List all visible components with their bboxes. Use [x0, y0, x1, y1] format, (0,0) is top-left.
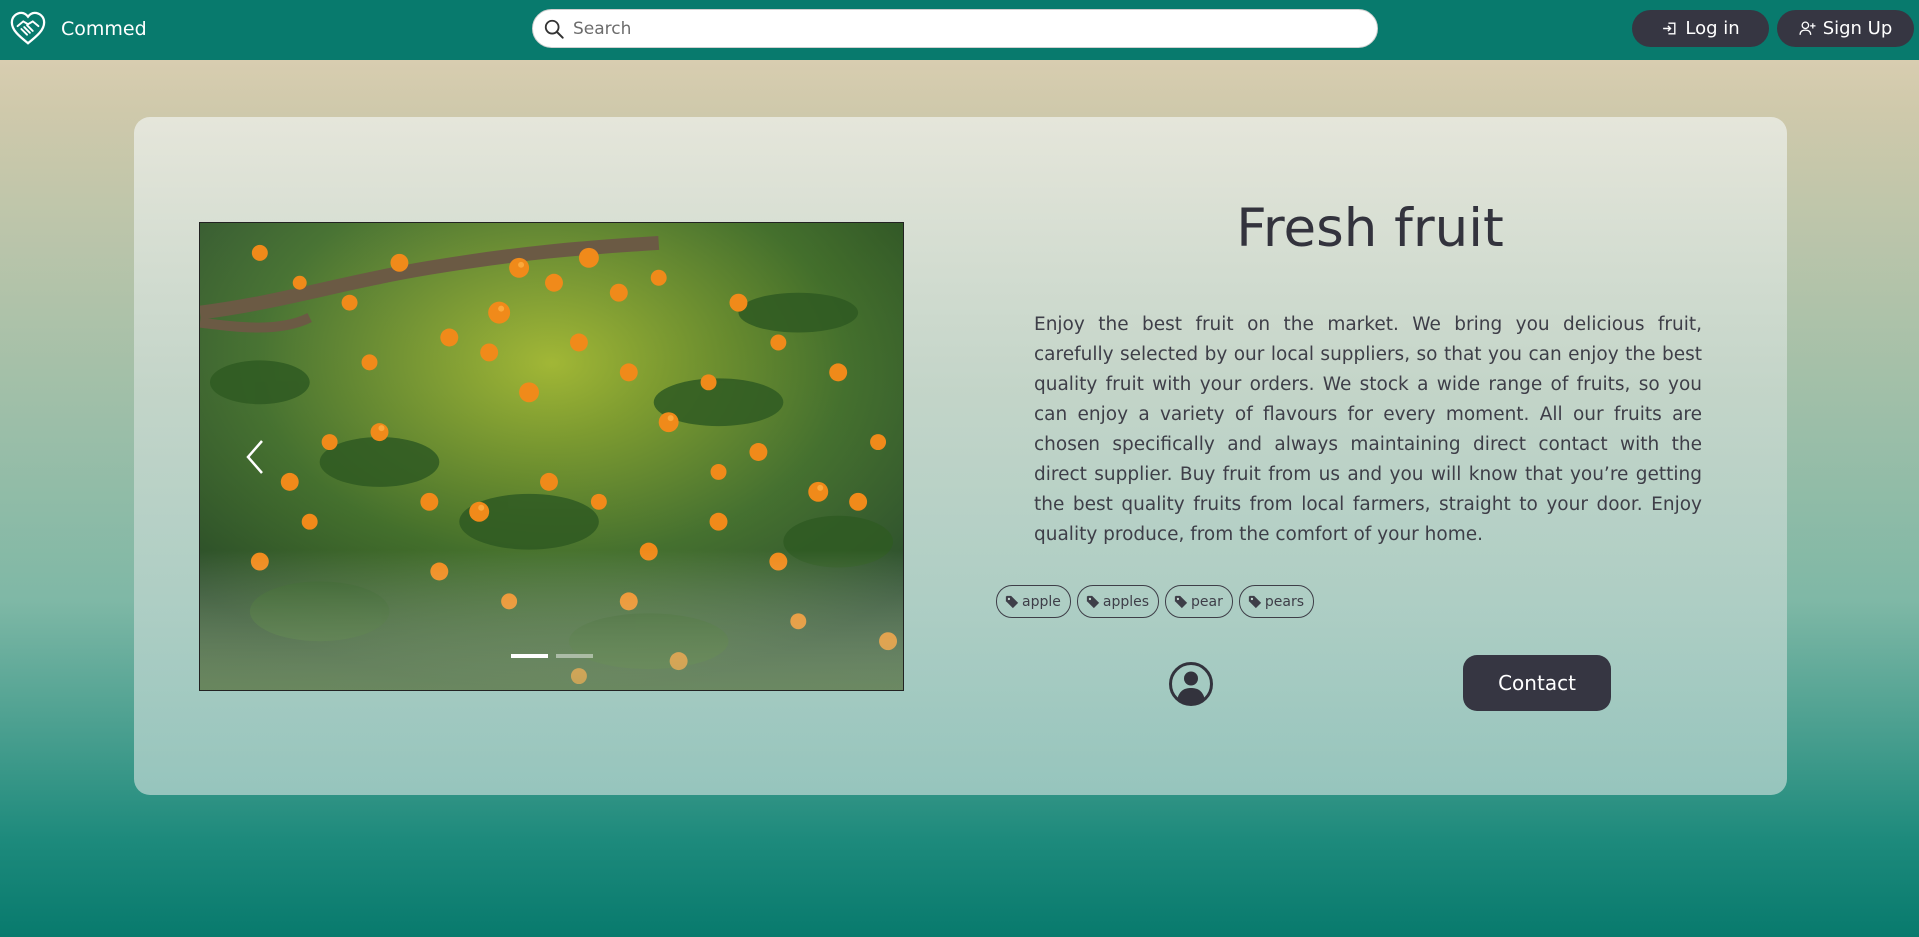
fruit-tree-photo — [200, 223, 903, 690]
contact-button[interactable]: Contact — [1463, 655, 1611, 711]
tag-label: apples — [1102, 593, 1150, 610]
search-input[interactable] — [573, 18, 1377, 39]
product-title: Fresh fruit — [1236, 198, 1504, 259]
tag-apple[interactable]: apple — [996, 585, 1071, 618]
carousel-indicators — [511, 654, 593, 658]
search-icon — [544, 19, 564, 39]
image-carousel[interactable] — [199, 222, 904, 691]
carousel-prev-button[interactable] — [240, 433, 270, 481]
tag-icon — [1005, 595, 1019, 608]
tag-label: pears — [1264, 593, 1304, 610]
carousel-indicator-2[interactable] — [556, 654, 593, 658]
person-plus-icon — [1799, 21, 1816, 35]
tag-apples[interactable]: apples — [1076, 585, 1160, 618]
search-bar[interactable] — [532, 9, 1378, 48]
login-icon — [1663, 22, 1676, 35]
brand[interactable]: Commed — [9, 10, 147, 48]
tag-label: apple — [1022, 593, 1061, 610]
tag-icon — [1086, 595, 1099, 608]
tag-pears[interactable]: pears — [1238, 585, 1314, 618]
tag-label: pear — [1191, 593, 1223, 610]
chevron-left-icon — [246, 440, 263, 474]
tag-list: apple apples pear pears — [996, 585, 1314, 618]
navbar: Commed Log in Sign Up — [0, 0, 1919, 60]
tag-pear[interactable]: pear — [1165, 585, 1233, 618]
carousel-indicator-1[interactable] — [511, 654, 548, 658]
login-button[interactable]: Log in — [1632, 10, 1769, 47]
tag-icon — [1174, 595, 1188, 608]
product-description: Enjoy the best fruit on the market. We b… — [1034, 314, 1702, 545]
signup-button[interactable]: Sign Up — [1777, 10, 1914, 47]
handshake-heart-icon — [10, 11, 46, 45]
person-circle-icon[interactable] — [1168, 661, 1214, 707]
tag-icon — [1248, 595, 1261, 608]
login-label: Log in — [1685, 18, 1740, 39]
signup-label: Sign Up — [1822, 18, 1893, 39]
brand-name: Commed — [61, 18, 147, 40]
